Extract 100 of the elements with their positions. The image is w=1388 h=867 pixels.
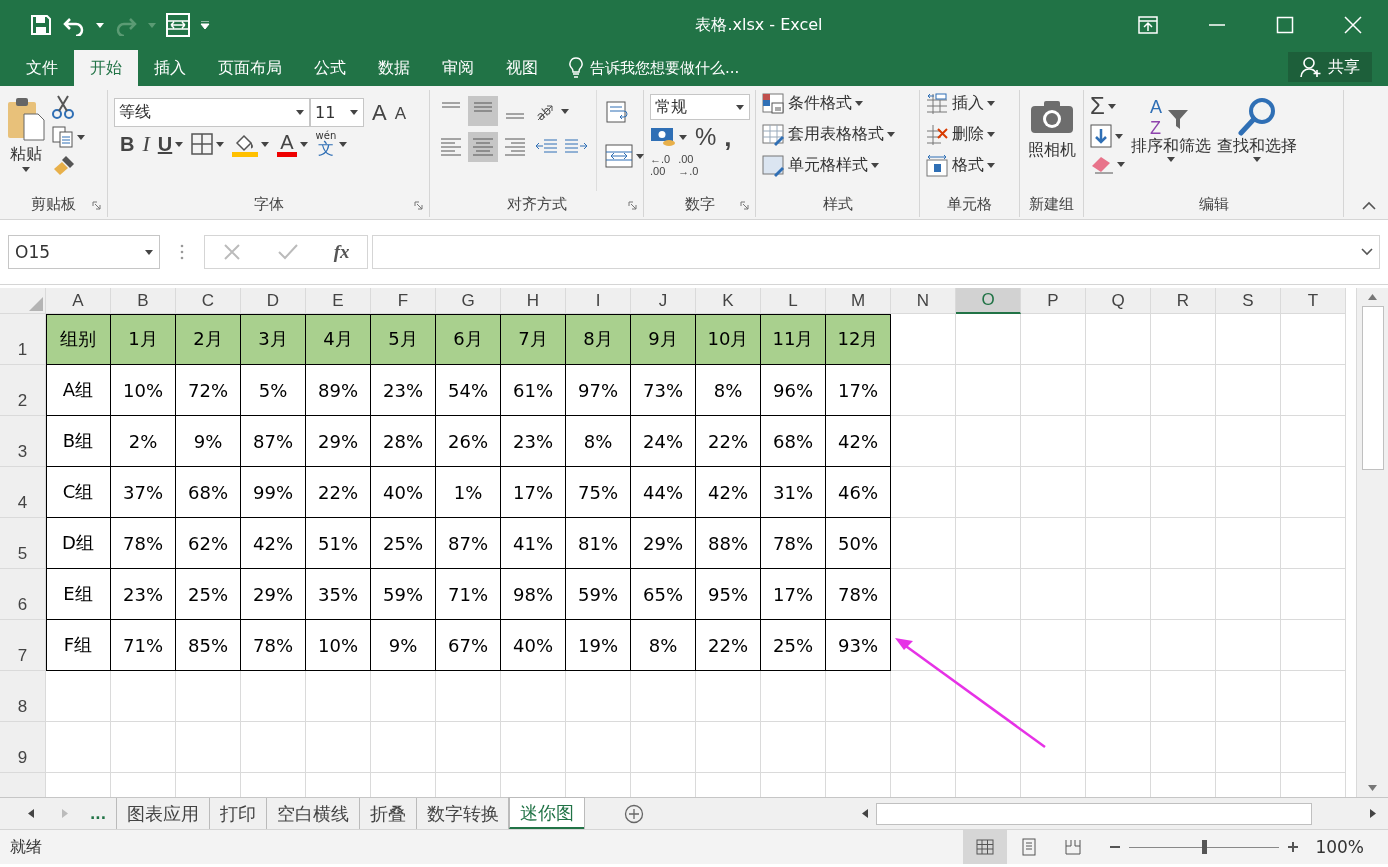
caret-icon[interactable]: [96, 22, 104, 28]
borders-icon[interactable]: [191, 133, 214, 155]
ribbon-tab[interactable]: 插入: [138, 50, 202, 86]
zoom-in-icon[interactable]: [1287, 841, 1300, 853]
caret-icon[interactable]: [145, 249, 153, 255]
delete-cells-button[interactable]: 删除: [926, 121, 1013, 148]
tell-me-search[interactable]: 告诉我您想要做什么...: [554, 50, 740, 86]
insert-function-button[interactable]: fx: [333, 241, 350, 263]
dialog-launcher-icon[interactable]: [740, 201, 749, 210]
caret-icon[interactable]: [299, 141, 308, 147]
column-header[interactable]: B: [111, 288, 176, 314]
bold-button[interactable]: B: [120, 134, 135, 154]
caret-icon[interactable]: [736, 104, 744, 110]
column-header[interactable]: J: [631, 288, 696, 314]
column-header[interactable]: K: [696, 288, 761, 314]
column-header[interactable]: M: [826, 288, 891, 314]
autosum-button[interactable]: Σ: [1090, 94, 1105, 118]
caret-icon[interactable]: [561, 108, 569, 114]
more-sheets-button[interactable]: ...: [68, 798, 116, 829]
scroll-left-icon[interactable]: [862, 809, 868, 818]
ribbon-tab[interactable]: 审阅: [426, 50, 490, 86]
previous-sheet-icon[interactable]: [28, 809, 34, 818]
maximize-icon[interactable]: [1276, 16, 1294, 34]
caret-icon[interactable]: [1117, 161, 1125, 167]
ribbon-tab[interactable]: 文件: [10, 50, 74, 86]
column-header[interactable]: Q: [1086, 288, 1151, 314]
column-header[interactable]: R: [1151, 288, 1216, 314]
merge-cells-icon[interactable]: [166, 13, 190, 37]
caret-icon[interactable]: [77, 134, 85, 140]
sort-filter-button[interactable]: A Z 排序和筛选: [1131, 90, 1211, 191]
caret-icon[interactable]: [987, 163, 995, 168]
font-size-dropdown[interactable]: 11: [310, 98, 364, 127]
ribbon-tab[interactable]: 开始: [74, 50, 138, 86]
close-icon[interactable]: [1344, 16, 1362, 34]
conditional-formatting-button[interactable]: 条件格式: [762, 90, 913, 117]
column-header[interactable]: G: [436, 288, 501, 314]
comma-style-button[interactable]: ,: [724, 124, 732, 150]
column-header[interactable]: T: [1281, 288, 1346, 314]
ribbon-tab[interactable]: 数据: [362, 50, 426, 86]
caret-icon[interactable]: [216, 141, 225, 147]
ribbon-display-options-icon[interactable]: [1138, 16, 1158, 34]
cell-styles-button[interactable]: 单元格样式: [762, 152, 913, 179]
decrease-font-size-button[interactable]: A: [394, 105, 407, 122]
camera-button[interactable]: 照相机: [1026, 90, 1077, 161]
collapse-ribbon-icon[interactable]: [1362, 201, 1376, 210]
ribbon-tab[interactable]: 页面布局: [202, 50, 298, 86]
caret-icon[interactable]: [855, 101, 863, 106]
caret-icon[interactable]: [871, 163, 879, 168]
zoom-slider-thumb[interactable]: [1202, 840, 1208, 854]
caret-icon[interactable]: [987, 132, 995, 137]
caret-icon[interactable]: [1167, 157, 1175, 162]
wrap-text-icon[interactable]: [605, 100, 631, 126]
percent-style-button[interactable]: %: [695, 125, 717, 149]
expand-formula-bar-icon[interactable]: [1361, 248, 1373, 256]
merge-center-icon[interactable]: [605, 144, 633, 168]
paste-button[interactable]: 粘贴: [6, 90, 46, 191]
find-select-button[interactable]: 查找和选择: [1217, 90, 1297, 191]
underline-button[interactable]: U: [157, 134, 173, 154]
caret-icon[interactable]: [22, 167, 30, 172]
scroll-up-icon[interactable]: [1368, 294, 1377, 300]
insert-cells-button[interactable]: 插入: [926, 90, 1013, 117]
ribbon-tab[interactable]: 公式: [298, 50, 362, 86]
caret-icon[interactable]: [1253, 157, 1261, 162]
caret-icon[interactable]: [339, 141, 348, 147]
scrollbar-thumb[interactable]: [876, 802, 1312, 825]
scroll-right-icon[interactable]: [1370, 809, 1376, 818]
ribbon-tab[interactable]: 视图: [490, 50, 554, 86]
column-header[interactable]: C: [176, 288, 241, 314]
scrollbar-thumb[interactable]: [1361, 306, 1384, 470]
caret-icon[interactable]: [636, 153, 644, 159]
caret-icon[interactable]: [887, 132, 895, 137]
save-icon[interactable]: [30, 14, 52, 36]
italic-button[interactable]: I: [142, 133, 150, 155]
currency-icon[interactable]: [650, 126, 676, 148]
add-sheet-icon[interactable]: [623, 803, 644, 824]
caret-icon[interactable]: [679, 134, 687, 140]
column-header[interactable]: I: [566, 288, 631, 314]
column-header[interactable]: A: [46, 288, 111, 314]
decrease-decimal-button[interactable]: .00 →.0: [678, 154, 699, 178]
column-header[interactable]: L: [761, 288, 826, 314]
caret-icon[interactable]: [296, 110, 304, 115]
name-box[interactable]: O15: [8, 235, 160, 269]
caret-icon[interactable]: [1107, 103, 1116, 109]
increase-decimal-button[interactable]: ←.0 .00: [650, 154, 671, 178]
column-header[interactable]: F: [371, 288, 436, 314]
format-cells-button[interactable]: 格式: [926, 152, 1013, 179]
formula-input[interactable]: [372, 235, 1380, 269]
font-color-button[interactable]: A: [277, 131, 297, 157]
dialog-launcher-icon[interactable]: [628, 201, 637, 210]
font-name-dropdown[interactable]: 等线: [114, 98, 310, 127]
column-header[interactable]: H: [501, 288, 566, 314]
column-header[interactable]: P: [1021, 288, 1086, 314]
dialog-launcher-icon[interactable]: [92, 201, 101, 210]
scroll-down-icon[interactable]: [1368, 785, 1377, 791]
caret-icon[interactable]: [261, 141, 270, 147]
cut-icon[interactable]: [52, 94, 74, 120]
caret-icon[interactable]: [1115, 133, 1123, 139]
fill-down-icon[interactable]: [1090, 124, 1112, 148]
caret-icon[interactable]: [175, 141, 184, 147]
column-header[interactable]: N: [891, 288, 956, 314]
